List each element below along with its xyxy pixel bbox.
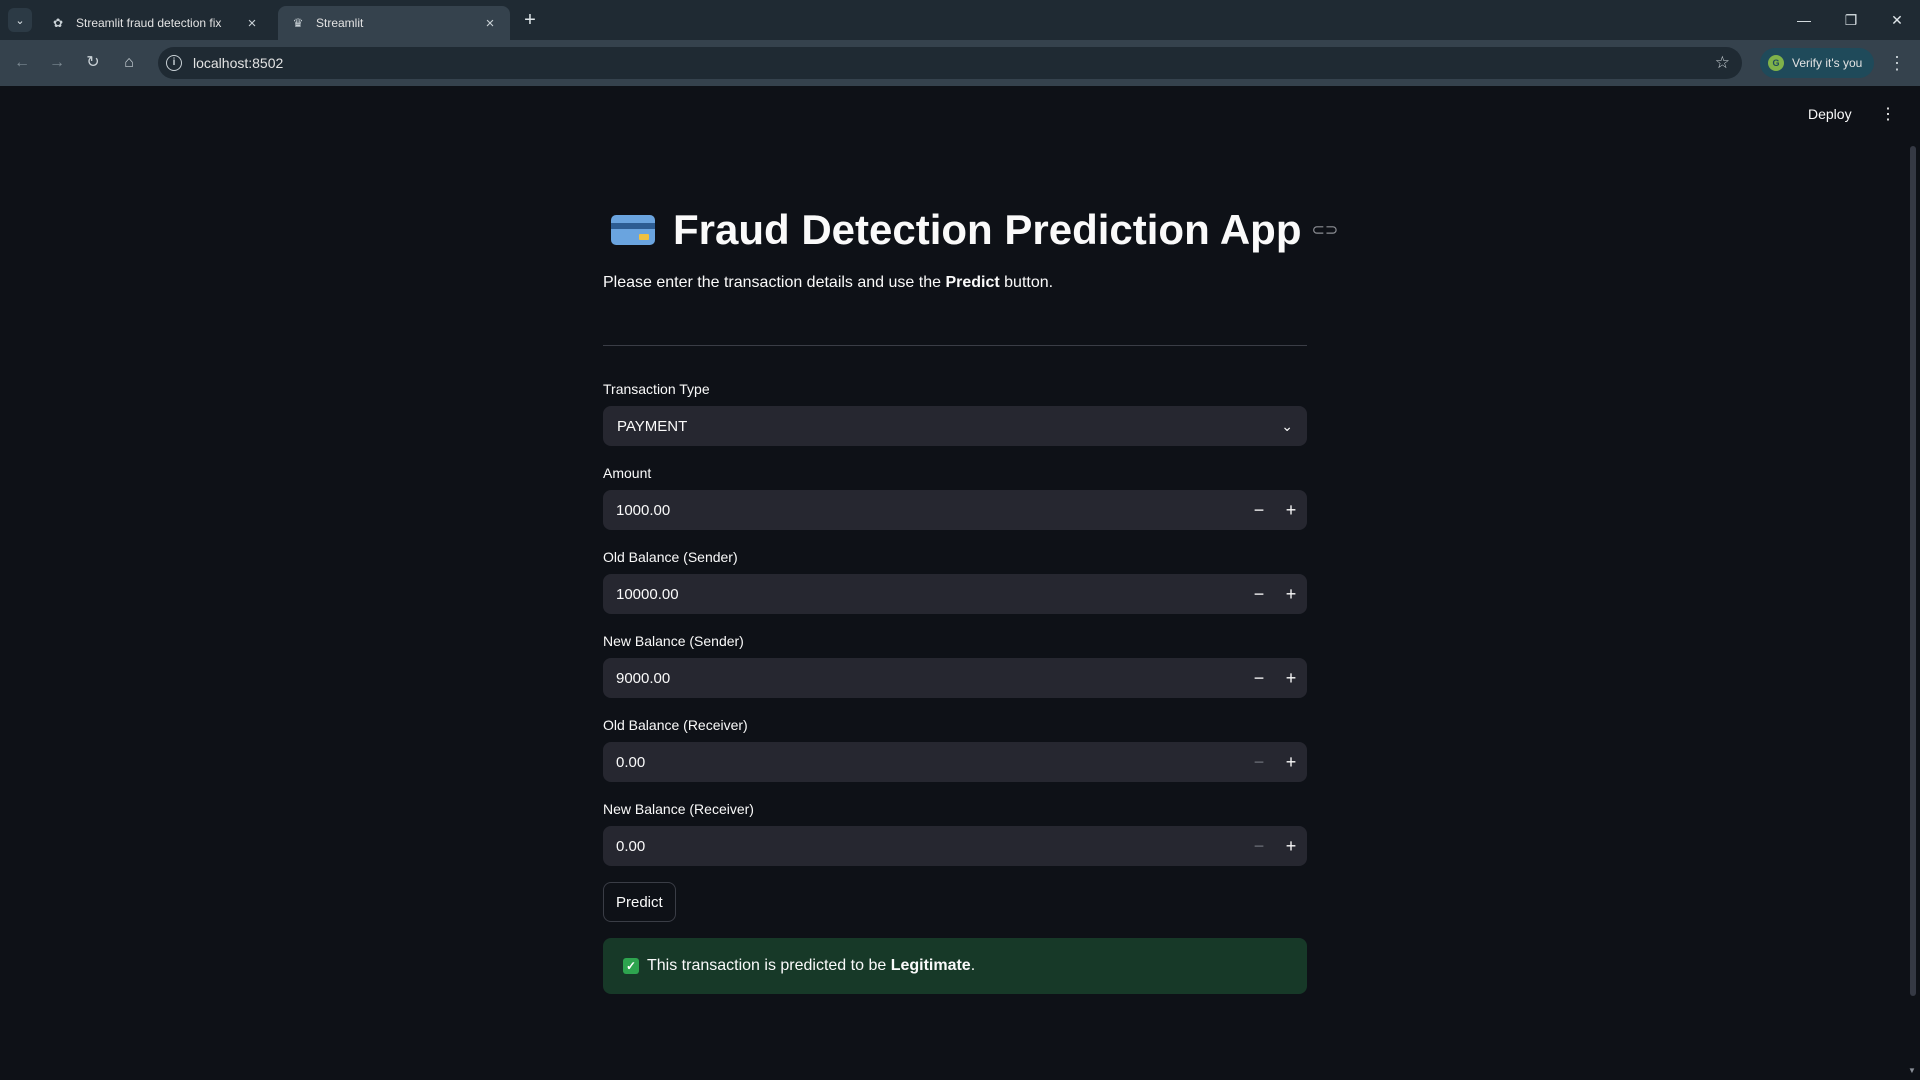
old-balance-sender-value[interactable]: 10000.00 — [603, 586, 1243, 603]
prediction-result-alert: ✓ This transaction is predicted to be Le… — [603, 938, 1307, 994]
tab-streamlit[interactable]: ♛ Streamlit × — [278, 6, 510, 40]
decrement-button[interactable]: − — [1243, 826, 1275, 866]
decrement-button[interactable]: − — [1243, 574, 1275, 614]
description-text-end: button. — [999, 274, 1054, 291]
old-balance-receiver-input[interactable]: 0.00 − + — [603, 742, 1307, 782]
description-bold: Predict — [945, 274, 1000, 291]
amount-input[interactable]: 1000.00 − + — [603, 490, 1307, 530]
streamlit-icon: ♛ — [292, 16, 304, 30]
restore-icon[interactable]: ❐ — [1836, 8, 1866, 32]
result-suffix: . — [970, 957, 976, 974]
new-balance-receiver-input[interactable]: 0.00 − + — [603, 826, 1307, 866]
old-balance-receiver-value[interactable]: 0.00 — [603, 754, 1243, 771]
chevron-down-icon: ⌄ — [1281, 417, 1293, 434]
description-text: Please enter the transaction details and… — [603, 274, 946, 291]
decrement-button[interactable]: − — [1243, 490, 1275, 530]
back-icon[interactable]: ← — [10, 51, 34, 75]
credit-card-icon — [611, 215, 655, 245]
page-title: Fraud Detection Prediction App — [673, 206, 1302, 253]
increment-button[interactable]: + — [1275, 658, 1307, 698]
predict-button[interactable]: Predict — [603, 882, 676, 922]
amount-label: Amount — [603, 465, 652, 481]
new-balance-sender-label: New Balance (Sender) — [603, 633, 744, 649]
scroll-down-icon[interactable]: ▼ — [1908, 1066, 1916, 1075]
tab-title: Streamlit — [316, 16, 364, 30]
old-balance-sender-input[interactable]: 10000.00 − + — [603, 574, 1307, 614]
old-balance-receiver-label: Old Balance (Receiver) — [603, 717, 748, 733]
minimize-icon[interactable]: — — [1789, 8, 1819, 32]
check-icon: ✓ — [623, 958, 639, 974]
decrement-button[interactable]: − — [1243, 658, 1275, 698]
tab-streamlit-fraud-detection-fix[interactable]: ✿ Streamlit fraud detection fix × — [38, 6, 272, 40]
close-icon[interactable]: × — [482, 15, 498, 32]
page-description: Please enter the transaction details and… — [603, 274, 1053, 292]
bookmark-star-icon[interactable]: ☆ — [1715, 53, 1730, 73]
new-balance-receiver-label: New Balance (Receiver) — [603, 801, 754, 817]
increment-button[interactable]: + — [1275, 574, 1307, 614]
new-balance-sender-input[interactable]: 9000.00 − + — [603, 658, 1307, 698]
browser-tab-bar: ⌄ ✿ Streamlit fraud detection fix × ♛ St… — [0, 0, 1920, 40]
verify-profile-button[interactable]: G Verify it's you — [1760, 48, 1875, 78]
new-balance-receiver-value[interactable]: 0.00 — [603, 838, 1243, 855]
decrement-button[interactable]: − — [1243, 742, 1275, 782]
tab-title: Streamlit fraud detection fix — [76, 16, 222, 30]
close-window-icon[interactable]: ✕ — [1882, 8, 1912, 32]
avatar: G — [1768, 55, 1784, 71]
new-tab-button[interactable]: + — [520, 8, 540, 32]
browser-toolbar: ← → ↻ ⌂ i localhost:8502 ☆ G Verify it's… — [0, 40, 1920, 86]
site-info-icon[interactable]: i — [166, 55, 182, 71]
main-menu-icon[interactable]: ⋮ — [1880, 104, 1896, 124]
increment-button[interactable]: + — [1275, 826, 1307, 866]
divider — [603, 345, 1307, 346]
anchor-link-icon[interactable]: ⊂⊃ — [1311, 220, 1338, 240]
tab-search-button[interactable]: ⌄ — [8, 8, 32, 32]
reload-icon[interactable]: ↻ — [81, 51, 105, 75]
increment-button[interactable]: + — [1275, 490, 1307, 530]
result-text: This transaction is predicted to be Legi… — [647, 957, 975, 975]
openai-icon: ✿ — [52, 16, 64, 30]
select-value: PAYMENT — [617, 417, 688, 435]
browser-menu-icon[interactable]: ⋮ — [1888, 51, 1906, 75]
forward-icon[interactable]: → — [45, 51, 69, 75]
close-icon[interactable]: × — [244, 15, 260, 32]
transaction-type-select[interactable]: PAYMENT ⌄ — [603, 406, 1307, 446]
page-title-row: Fraud Detection Prediction App ⊂⊃ — [603, 206, 1338, 254]
scrollbar[interactable] — [1910, 146, 1916, 996]
old-balance-sender-label: Old Balance (Sender) — [603, 549, 738, 565]
streamlit-header: Deploy ⋮ — [0, 86, 1920, 146]
result-prefix: This transaction is predicted to be — [647, 957, 891, 974]
address-bar[interactable]: i localhost:8502 ☆ — [158, 47, 1742, 79]
amount-value[interactable]: 1000.00 — [603, 502, 1243, 519]
verify-label: Verify it's you — [1792, 56, 1863, 70]
result-verdict: Legitimate — [890, 957, 971, 974]
deploy-button[interactable]: Deploy — [1808, 106, 1852, 122]
url-text[interactable]: localhost:8502 — [193, 55, 283, 71]
increment-button[interactable]: + — [1275, 742, 1307, 782]
home-icon[interactable]: ⌂ — [117, 51, 141, 75]
transaction-type-label: Transaction Type — [603, 381, 710, 397]
new-balance-sender-value[interactable]: 9000.00 — [603, 670, 1243, 687]
